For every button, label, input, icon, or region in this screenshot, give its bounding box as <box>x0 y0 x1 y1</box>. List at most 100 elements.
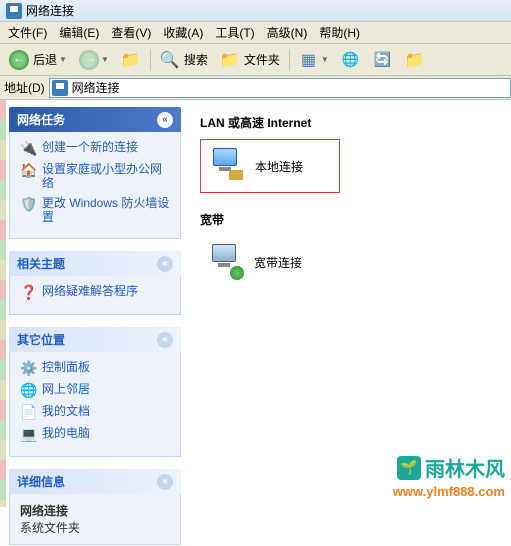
dropdown-arrow-icon: ▼ <box>59 55 67 64</box>
window-title: 网络连接 <box>26 2 74 19</box>
decorative-strip <box>0 100 6 507</box>
dropdown-arrow-icon: ▼ <box>321 55 329 64</box>
address-label: 地址(D) <box>4 79 45 96</box>
task-label: 更改 Windows 防火墙设置 <box>42 196 170 224</box>
details-header[interactable]: 详细信息 « <box>9 469 181 494</box>
task-pane: 网络任务 « 🔌 创建一个新的连接 🏠 设置家庭或小型办公网络 🛡️ 更改 Wi… <box>0 100 190 507</box>
panel-title: 网络任务 <box>17 111 65 128</box>
folders-icon <box>220 50 240 70</box>
dropdown-arrow-icon: ▼ <box>101 55 109 64</box>
network-places-icon: 🌐 <box>20 382 36 398</box>
panel-title: 相关主题 <box>17 255 65 272</box>
task-label: 设置家庭或小型办公网络 <box>42 162 170 190</box>
address-value: 网络连接 <box>72 79 120 96</box>
watermark-logo-icon <box>397 456 421 480</box>
other-places-header[interactable]: 其它位置 « <box>9 327 181 352</box>
views-icon <box>299 50 319 70</box>
related-troubleshoot[interactable]: ❓ 网络疑难解答程序 <box>20 284 170 300</box>
back-label: 后退 <box>33 51 57 68</box>
views-button[interactable]: ▼ <box>294 47 334 73</box>
collapse-icon: « <box>157 474 173 490</box>
menu-favorites[interactable]: 收藏(A) <box>159 22 207 43</box>
back-button[interactable]: 后退 ▼ <box>4 47 72 73</box>
watermark-brand: 雨林木风 <box>425 453 505 482</box>
related-topics-panel: 相关主题 « ❓ 网络疑难解答程序 <box>8 250 182 316</box>
address-bar: 地址(D) 网络连接 <box>0 76 511 100</box>
app-icon <box>6 3 22 19</box>
forward-button[interactable]: ▼ <box>74 47 114 73</box>
network-tasks-panel: 网络任务 « 🔌 创建一个新的连接 🏠 设置家庭或小型办公网络 🛡️ 更改 Wi… <box>8 106 182 240</box>
control-panel-icon: ⚙️ <box>20 360 36 376</box>
menu-file[interactable]: 文件(F) <box>4 22 51 43</box>
broadband-connection-icon <box>206 242 246 282</box>
back-arrow-icon <box>9 50 29 70</box>
menu-tools[interactable]: 工具(T) <box>211 22 258 43</box>
group-broadband-header: 宽带 <box>200 211 501 228</box>
panel-title: 详细信息 <box>17 473 65 490</box>
menu-edit[interactable]: 编辑(E) <box>55 22 103 43</box>
lan-connection-icon <box>207 146 247 186</box>
separator <box>150 49 151 71</box>
connection-label: 宽带连接 <box>254 254 302 271</box>
connection-broadband[interactable]: 宽带连接 <box>200 236 340 288</box>
folder-icon <box>405 50 425 70</box>
up-folder-icon <box>121 50 141 70</box>
detail-name: 网络连接 <box>20 502 170 519</box>
documents-icon: 📄 <box>20 404 36 420</box>
place-label: 我的文档 <box>42 404 90 418</box>
window-titlebar: 网络连接 <box>0 0 511 22</box>
firewall-icon: 🛡️ <box>20 196 36 212</box>
search-label: 搜索 <box>184 51 208 68</box>
forward-arrow-icon <box>79 50 99 70</box>
other-places-panel: 其它位置 « ⚙️ 控制面板 🌐 网上邻居 📄 我的文档 💻 我 <box>8 326 182 458</box>
task-home-network[interactable]: 🏠 设置家庭或小型办公网络 <box>20 162 170 190</box>
new-connection-icon: 🔌 <box>20 140 36 156</box>
toolbar: 后退 ▼ ▼ 搜索 文件夹 ▼ <box>0 44 511 76</box>
place-label: 我的电脑 <box>42 426 90 440</box>
search-icon <box>160 50 180 70</box>
related-topics-header[interactable]: 相关主题 « <box>9 251 181 276</box>
details-panel: 详细信息 « 网络连接 系统文件夹 <box>8 468 182 546</box>
menu-help[interactable]: 帮助(H) <box>315 22 364 43</box>
place-my-documents[interactable]: 📄 我的文档 <box>20 404 170 420</box>
menu-bar: 文件(F) 编辑(E) 查看(V) 收藏(A) 工具(T) 高级(N) 帮助(H… <box>0 22 511 44</box>
collapse-icon: « <box>157 256 173 272</box>
address-icon <box>52 80 68 96</box>
task-new-connection[interactable]: 🔌 创建一个新的连接 <box>20 140 170 156</box>
search-button[interactable]: 搜索 <box>155 47 213 73</box>
separator <box>289 49 290 71</box>
sync-button[interactable] <box>368 47 398 73</box>
place-label: 网上邻居 <box>42 382 90 396</box>
folders-button[interactable]: 文件夹 <box>215 47 285 73</box>
group-lan-header: LAN 或高速 Internet <box>200 114 501 131</box>
collapse-icon: « <box>157 112 173 128</box>
up-button-2[interactable] <box>400 47 430 73</box>
collapse-icon: « <box>157 332 173 348</box>
address-input[interactable]: 网络连接 <box>49 78 511 98</box>
place-network-neighborhood[interactable]: 🌐 网上邻居 <box>20 382 170 398</box>
watermark-url: www.ylmf888.com <box>393 484 505 499</box>
place-label: 控制面板 <box>42 360 90 374</box>
related-label: 网络疑难解答程序 <box>42 284 138 298</box>
detail-type: 系统文件夹 <box>20 519 170 536</box>
place-my-computer[interactable]: 💻 我的电脑 <box>20 426 170 442</box>
panel-title: 其它位置 <box>17 331 65 348</box>
home-network-icon: 🏠 <box>20 162 36 178</box>
connection-local-area[interactable]: 本地连接 <box>200 139 340 193</box>
up-button[interactable] <box>116 47 146 73</box>
folders-label: 文件夹 <box>244 51 280 68</box>
place-control-panel[interactable]: ⚙️ 控制面板 <box>20 360 170 376</box>
task-firewall[interactable]: 🛡️ 更改 Windows 防火墙设置 <box>20 196 170 224</box>
watermark: 雨林木风 www.ylmf888.com <box>393 453 505 499</box>
help-icon: ❓ <box>20 284 36 300</box>
computer-icon: 💻 <box>20 426 36 442</box>
network-button[interactable] <box>336 47 366 73</box>
connections-view: LAN 或高速 Internet 本地连接 宽带 宽带连接 <box>190 100 511 507</box>
watermark-logo: 雨林木风 <box>397 453 505 482</box>
connection-label: 本地连接 <box>255 158 303 175</box>
task-label: 创建一个新的连接 <box>42 140 138 154</box>
menu-advanced[interactable]: 高级(N) <box>263 22 312 43</box>
network-tasks-header[interactable]: 网络任务 « <box>9 107 181 132</box>
network-icon <box>341 50 361 70</box>
menu-view[interactable]: 查看(V) <box>107 22 155 43</box>
